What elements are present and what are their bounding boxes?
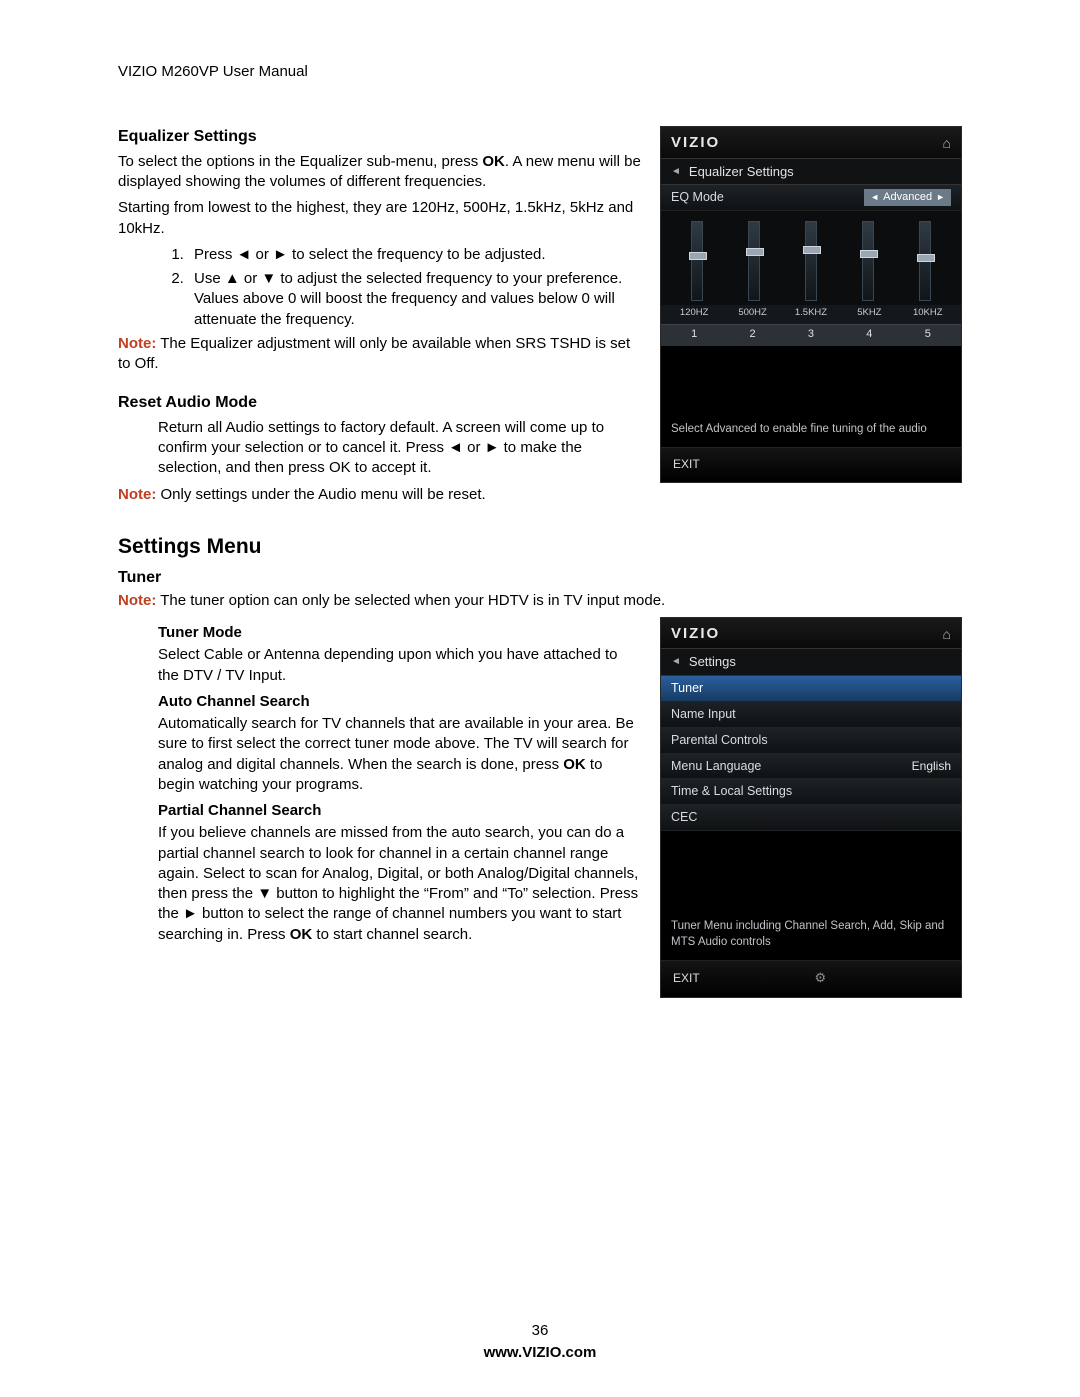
settings-item-cec: CEC	[661, 805, 961, 831]
tuner-note: Note: The tuner option can only be selec…	[118, 591, 962, 611]
eq-mode-row: EQ Mode ◄Advanced►	[661, 185, 961, 211]
note-label: Note:	[118, 335, 156, 352]
home-icon: ⌂	[943, 625, 951, 644]
partial-search-body: If you believe channels are missed from …	[158, 823, 642, 945]
reset-note: Note: Only settings under the Audio menu…	[118, 485, 642, 505]
note-text: The tuner option can only be selected wh…	[156, 592, 665, 609]
equalizer-note: Note: The Equalizer adjustment will only…	[118, 334, 642, 375]
settings-item-name-input: Name Input	[661, 702, 961, 728]
osd-title: Equalizer Settings	[689, 163, 794, 181]
equalizer-freq-list: Starting from lowest to the highest, the…	[118, 198, 642, 239]
settings-item-time: Time & Local Settings	[661, 779, 961, 805]
auto-search-body: Automatically search for TV channels tha…	[158, 714, 642, 795]
eq-mode-value: ◄Advanced►	[864, 189, 951, 206]
page-number: 36	[0, 1321, 1080, 1341]
ok-text: OK	[482, 153, 505, 170]
osd-exit-row: EXIT ⚙	[661, 961, 961, 997]
osd-settings-screenshot: VIZIO ⌂ ◄ Settings Tuner Name Input Pare…	[660, 617, 962, 998]
exit-label: EXIT	[673, 970, 700, 986]
settings-item-tuner: Tuner	[661, 676, 961, 702]
settings-item-language: Menu LanguageEnglish	[661, 754, 961, 780]
note-label: Note:	[118, 592, 156, 609]
auto-search-heading: Auto Channel Search	[158, 692, 642, 712]
note-text: Only settings under the Audio menu will …	[156, 486, 485, 503]
back-icon: ◄	[671, 655, 681, 669]
note-label: Note:	[118, 486, 156, 503]
osd-hint: Tuner Menu including Channel Search, Add…	[661, 913, 961, 961]
exit-label: EXIT	[673, 456, 700, 472]
osd-hint: Select Advanced to enable fine tuning of…	[661, 416, 961, 449]
page-header: VIZIO M260VP User Manual	[118, 62, 962, 82]
tuner-mode-heading: Tuner Mode	[158, 623, 642, 643]
settings-menu-heading: Settings Menu	[118, 533, 962, 561]
reset-heading: Reset Audio Mode	[118, 392, 642, 414]
tuner-mode-body: Select Cable or Antenna depending upon w…	[158, 645, 642, 686]
vizio-logo: VIZIO	[671, 624, 720, 644]
gear-icon: ⚙	[815, 969, 827, 987]
osd-title: Settings	[689, 653, 736, 671]
osd-exit-row: EXIT	[661, 448, 961, 482]
equalizer-steps: Press ◄ or ► to select the frequency to …	[188, 245, 642, 330]
settings-item-parental: Parental Controls	[661, 728, 961, 754]
eq-sliders	[661, 211, 961, 305]
step-1: Press ◄ or ► to select the frequency to …	[188, 245, 642, 265]
reset-body: Return all Audio settings to factory def…	[158, 418, 642, 479]
text: To select the options in the Equalizer s…	[118, 153, 482, 170]
footer-url: www.VIZIO.com	[0, 1343, 1080, 1363]
step-2: Use ▲ or ▼ to adjust the selected freque…	[188, 269, 642, 330]
equalizer-intro: To select the options in the Equalizer s…	[118, 152, 642, 193]
tuner-heading: Tuner	[118, 567, 962, 589]
back-icon: ◄	[671, 165, 681, 179]
eq-freq-labels: 120HZ500HZ1.5KHZ5KHZ10KHZ	[661, 305, 961, 324]
home-icon: ⌂	[943, 134, 951, 153]
osd-equalizer-screenshot: VIZIO ⌂ ◄ Equalizer Settings EQ Mode ◄Ad…	[660, 126, 962, 483]
vizio-logo: VIZIO	[671, 133, 720, 153]
note-text: The Equalizer adjustment will only be av…	[118, 335, 630, 372]
eq-num-labels: 12345	[661, 324, 961, 346]
partial-search-heading: Partial Channel Search	[158, 801, 642, 821]
equalizer-heading: Equalizer Settings	[118, 126, 642, 148]
eq-mode-label: EQ Mode	[671, 189, 724, 206]
